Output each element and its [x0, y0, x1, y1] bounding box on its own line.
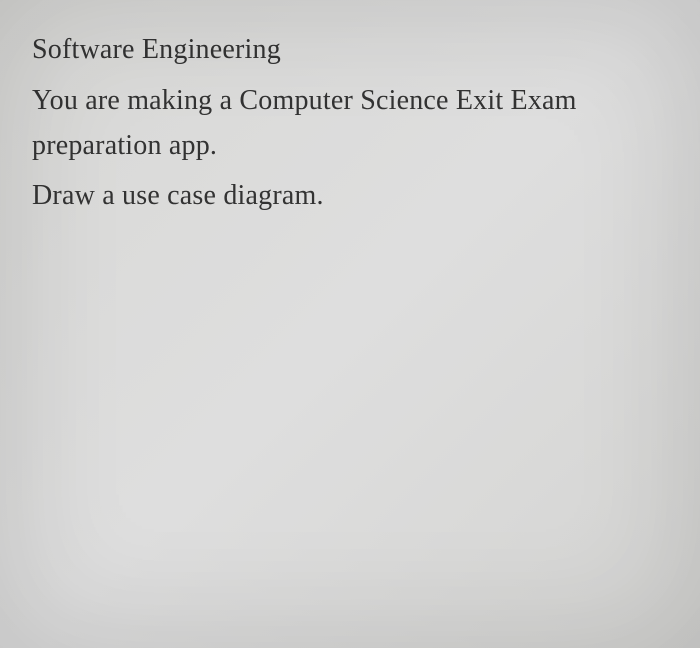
document-content: Software Engineering You are making a Co…	[32, 28, 676, 219]
instruction-line: Draw a use case diagram.	[32, 174, 676, 219]
body-line-1: You are making a Computer Science Exit E…	[32, 79, 676, 124]
document-title: Software Engineering	[32, 28, 676, 73]
body-line-2: preparation app.	[32, 124, 676, 169]
title-text: Software Engineering	[32, 34, 281, 65]
